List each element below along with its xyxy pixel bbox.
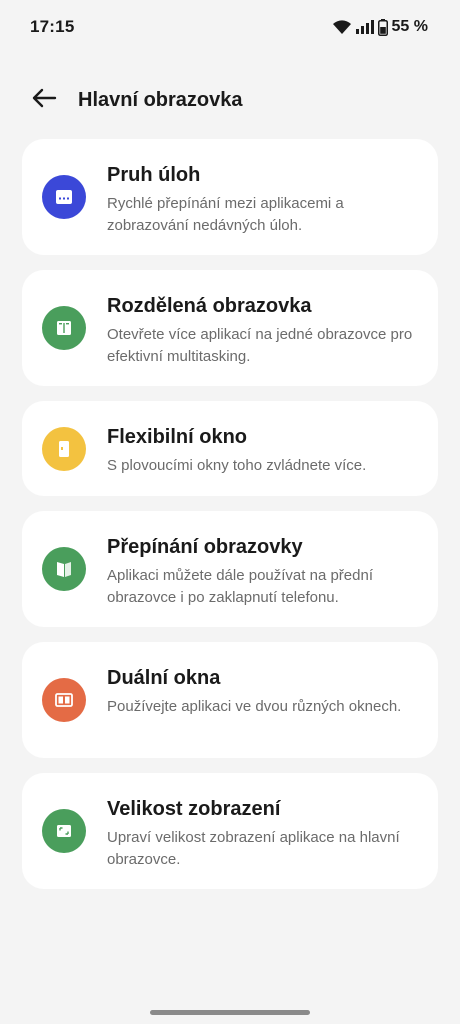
dual-window-icon <box>42 678 86 722</box>
item-title: Velikost zobrazení <box>107 798 281 820</box>
arrow-left-icon <box>31 88 57 113</box>
header: Hlavní obrazovka <box>0 76 460 124</box>
item-split-screen[interactable]: Rozdělená obrazovka Otevřete více aplika… <box>22 270 438 386</box>
taskbar-icon <box>42 175 86 219</box>
battery-icon <box>377 18 388 36</box>
status-icons: 55 % <box>332 18 428 36</box>
item-title: Duální okna <box>107 667 221 689</box>
item-flexible-window[interactable]: Flexibilní okno S plovoucími okny toho z… <box>22 401 438 496</box>
signal-icon <box>355 20 374 34</box>
wifi-icon <box>332 19 352 35</box>
status-bar: 17:15 55 % <box>0 0 460 54</box>
item-title: Přepínání obrazovky <box>107 536 303 558</box>
item-taskbar[interactable]: Pruh úloh Rychlé přepínání mezi aplikace… <box>22 139 438 255</box>
item-dual-windows[interactable]: Duální okna Používejte aplikaci ve dvou … <box>22 642 438 758</box>
item-description: Upraví velikost zobrazení aplikace na hl… <box>107 829 400 868</box>
item-title: Flexibilní okno <box>107 426 248 448</box>
item-title: Pruh úloh <box>107 164 201 186</box>
item-screen-switch[interactable]: Přepínání obrazovky Aplikaci můžete dále… <box>22 511 438 627</box>
back-button[interactable] <box>22 78 66 122</box>
home-indicator[interactable] <box>150 1010 310 1015</box>
item-description: S plovoucími okny toho zvládnete více. <box>107 457 367 474</box>
item-title: Rozdělená obrazovka <box>107 295 312 317</box>
item-description: Používejte aplikaci ve dvou různých okne… <box>107 698 402 715</box>
page-title: Hlavní obrazovka <box>78 88 243 111</box>
split-screen-icon <box>42 306 86 350</box>
status-time: 17:15 <box>30 17 75 36</box>
battery-percentage: 55 % <box>391 18 428 35</box>
item-description: Aplikaci můžete dále používat na přední … <box>107 567 373 606</box>
item-description: Otevřete více aplikací na jedné obrazovc… <box>107 326 413 365</box>
display-size-icon <box>42 809 86 853</box>
item-description: Rychlé přepínání mezi aplikacemi a zobra… <box>107 195 344 234</box>
floating-window-icon <box>42 427 86 471</box>
item-display-size[interactable]: Velikost zobrazení Upraví velikost zobra… <box>22 773 438 889</box>
fold-screen-icon <box>42 547 86 591</box>
